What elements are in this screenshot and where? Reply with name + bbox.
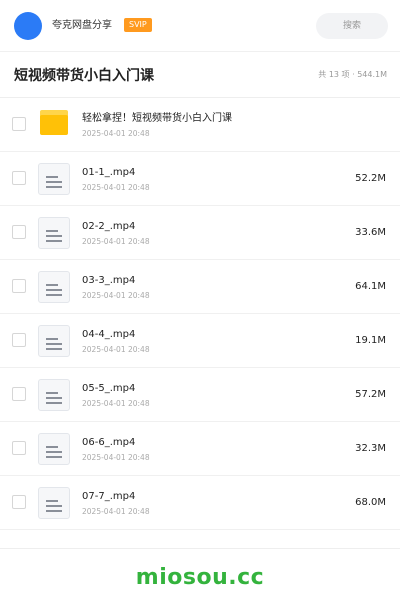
item-name: 07-7_.mp4 [82, 491, 136, 502]
top-bar: 夸克网盘分享 SVIP 搜索 [0, 0, 400, 52]
item-date: 2025-04-01 20:48 [82, 507, 150, 516]
select-checkbox[interactable] [12, 333, 26, 347]
item-count: 共 13 项 · 544.1M [318, 70, 387, 79]
select-checkbox[interactable] [12, 117, 26, 131]
video-file-icon [38, 217, 70, 249]
list-item[interactable]: 05-5_.mp4 2025-04-01 20:48 57.2M [0, 368, 400, 422]
item-size: 64.1M [355, 281, 386, 292]
video-file-icon [38, 163, 70, 195]
list-item[interactable]: 02-2_.mp4 2025-04-01 20:48 33.6M [0, 206, 400, 260]
page-title: 短视频带货小白入门课 [14, 68, 154, 84]
item-size: 32.3M [355, 443, 386, 454]
list-item[interactable]: 04-4_.mp4 2025-04-01 20:48 19.1M [0, 314, 400, 368]
item-size: 33.6M [355, 227, 386, 238]
item-name: 05-5_.mp4 [82, 383, 136, 394]
item-size: 68.0M [355, 497, 386, 508]
item-name: 轻松拿捏！短视频带货小白入门课 [82, 113, 232, 124]
watermark-text: miosou.cc [135, 565, 265, 590]
item-date: 2025-04-01 20:48 [82, 291, 150, 300]
item-date: 2025-04-01 20:48 [82, 453, 150, 462]
list-item[interactable]: 03-3_.mp4 2025-04-01 20:48 64.1M [0, 260, 400, 314]
select-checkbox[interactable] [12, 387, 26, 401]
select-checkbox[interactable] [12, 495, 26, 509]
search-input[interactable]: 搜索 [316, 13, 388, 39]
item-name: 03-3_.mp4 [82, 275, 136, 286]
select-checkbox[interactable] [12, 279, 26, 293]
item-name: 01-1_.mp4 [82, 167, 136, 178]
avatar[interactable] [14, 12, 42, 40]
item-name: 04-4_.mp4 [82, 329, 136, 340]
item-date: 2025-04-01 20:48 [82, 237, 150, 246]
video-file-icon [38, 487, 70, 519]
item-date: 2025-04-01 20:48 [82, 399, 150, 408]
item-size: 52.2M [355, 173, 386, 184]
select-checkbox[interactable] [12, 225, 26, 239]
select-checkbox[interactable] [12, 441, 26, 455]
brand-label: 夸克网盘分享 [52, 20, 112, 31]
item-date: 2025-04-01 20:48 [82, 345, 150, 354]
video-file-icon [38, 271, 70, 303]
item-size: 19.1M [355, 335, 386, 346]
item-name: 06-6_.mp4 [82, 437, 136, 448]
video-file-icon [38, 379, 70, 411]
item-name: 02-2_.mp4 [82, 221, 136, 232]
folder-header: 短视频带货小白入门课 共 13 项 · 544.1M [0, 52, 400, 98]
item-date: 2025-04-01 20:48 [82, 129, 150, 138]
file-list: 轻松拿捏！短视频带货小白入门课 2025-04-01 20:48 01-1_.m… [0, 98, 400, 530]
item-size: 57.2M [355, 389, 386, 400]
folder-icon [38, 109, 70, 141]
list-item[interactable]: 06-6_.mp4 2025-04-01 20:48 32.3M [0, 422, 400, 476]
video-file-icon [38, 433, 70, 465]
item-date: 2025-04-01 20:48 [82, 183, 150, 192]
list-item[interactable]: 01-1_.mp4 2025-04-01 20:48 52.2M [0, 152, 400, 206]
video-file-icon [38, 325, 70, 357]
list-item[interactable]: 轻松拿捏！短视频带货小白入门课 2025-04-01 20:48 [0, 98, 400, 152]
select-checkbox[interactable] [12, 171, 26, 185]
list-item[interactable]: 07-7_.mp4 2025-04-01 20:48 68.0M [0, 476, 400, 530]
svip-badge: SVIP [124, 18, 152, 32]
